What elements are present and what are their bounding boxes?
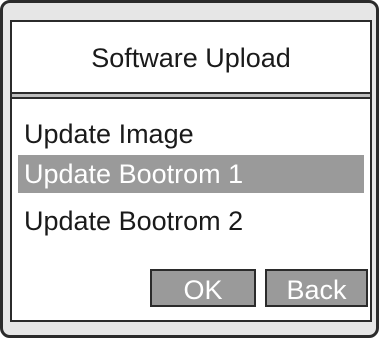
back-button[interactable]: Back — [265, 269, 368, 307]
dialog-title: Software Upload — [91, 43, 291, 73]
menu-item-update-bootrom-1[interactable]: Update Bootrom 1 — [18, 155, 364, 193]
title-divider — [12, 92, 370, 99]
menu-item-update-bootrom-2[interactable]: Update Bootrom 2 — [18, 202, 364, 240]
ok-button[interactable]: OK — [150, 269, 256, 307]
lcd-screen: Software Upload Update Image Update Boot… — [10, 20, 372, 322]
menu-item-update-image[interactable]: Update Image — [18, 115, 364, 153]
device-frame: Software Upload Update Image Update Boot… — [0, 0, 379, 338]
